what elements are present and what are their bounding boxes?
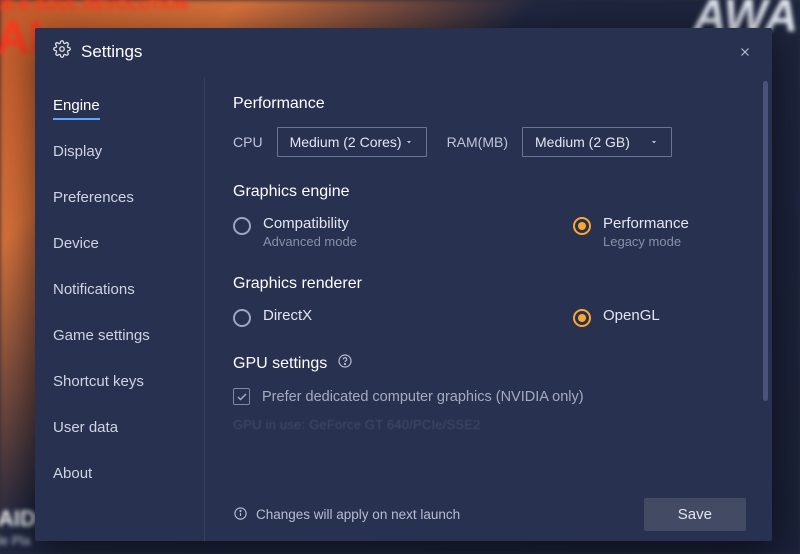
- close-button[interactable]: [736, 43, 754, 61]
- sidebar-item-label: Notifications: [53, 281, 135, 298]
- bg-text: le Pla: [0, 533, 31, 548]
- save-button[interactable]: Save: [644, 498, 746, 531]
- modal-title: Settings: [81, 42, 142, 62]
- radio-label: Performance: [603, 215, 689, 232]
- settings-sidebar: Engine Display Preferences Device Notifi…: [35, 77, 205, 541]
- radio-icon: [573, 217, 591, 235]
- cpu-dropdown[interactable]: Medium (2 Cores): [277, 127, 427, 157]
- radio-label: Compatibility: [263, 215, 357, 232]
- scrollbar-thumb[interactable]: [763, 81, 768, 401]
- sidebar-item-label: Preferences: [53, 189, 134, 206]
- radio-compatibility[interactable]: Compatibility Advanced mode: [233, 215, 433, 249]
- modal-header: Settings: [35, 28, 772, 77]
- section-title-performance: Performance: [233, 95, 746, 113]
- help-icon[interactable]: [337, 353, 353, 374]
- ram-dropdown[interactable]: Medium (2 GB): [522, 127, 672, 157]
- gpu-title-text: GPU settings: [233, 355, 327, 373]
- cpu-dropdown-value: Medium (2 Cores): [290, 134, 402, 150]
- sidebar-item-user-data[interactable]: User data: [51, 409, 204, 446]
- sidebar-item-label: Device: [53, 235, 99, 252]
- sidebar-item-shortcut-keys[interactable]: Shortcut keys: [51, 363, 204, 400]
- section-title-gpu: GPU settings: [233, 353, 746, 374]
- sidebar-item-label: User data: [53, 419, 118, 436]
- sidebar-item-display[interactable]: Display: [51, 133, 204, 170]
- radio-performance[interactable]: Performance Legacy mode: [573, 215, 772, 249]
- footer-note-text: Changes will apply on next launch: [256, 507, 460, 522]
- radio-label: DirectX: [263, 307, 312, 324]
- sidebar-item-about[interactable]: About: [51, 455, 204, 492]
- sidebar-item-engine[interactable]: Engine: [51, 87, 204, 124]
- section-title-graphics-engine: Graphics engine: [233, 183, 746, 201]
- checkbox-icon: [233, 388, 250, 405]
- radio-sublabel: Legacy mode: [603, 234, 689, 249]
- gpu-in-use-text: GPU in use: GeForce GT 640/PCIe/SSE2: [233, 417, 746, 432]
- sidebar-item-device[interactable]: Device: [51, 225, 204, 262]
- sidebar-item-notifications[interactable]: Notifications: [51, 271, 204, 308]
- radio-opengl[interactable]: OpenGL: [573, 307, 772, 327]
- footer-note: Changes will apply on next launch: [233, 506, 460, 524]
- cpu-label: CPU: [233, 134, 263, 150]
- sidebar-item-preferences[interactable]: Preferences: [51, 179, 204, 216]
- prefer-dedicated-gpu-checkbox[interactable]: Prefer dedicated computer graphics (NVID…: [233, 388, 746, 405]
- section-title-graphics-renderer: Graphics renderer: [233, 275, 746, 293]
- chevron-down-icon: [404, 134, 414, 150]
- sidebar-item-label: About: [53, 465, 92, 482]
- chevron-down-icon: [649, 134, 659, 150]
- radio-label: OpenGL: [603, 307, 660, 324]
- radio-directx[interactable]: DirectX: [233, 307, 433, 327]
- radio-icon: [573, 309, 591, 327]
- checkbox-label: Prefer dedicated computer graphics (NVID…: [262, 389, 584, 405]
- info-icon: [233, 506, 248, 524]
- sidebar-item-label: Shortcut keys: [53, 373, 144, 390]
- sidebar-item-label: Display: [53, 143, 102, 160]
- ram-dropdown-value: Medium (2 GB): [535, 134, 630, 150]
- radio-sublabel: Advanced mode: [263, 234, 357, 249]
- radio-icon: [233, 309, 251, 327]
- sidebar-item-label: Engine: [53, 97, 100, 120]
- radio-icon: [233, 217, 251, 235]
- settings-pane: Performance CPU Medium (2 Cores) RAM(MB)…: [205, 77, 772, 541]
- ram-label: RAM(MB): [447, 134, 508, 150]
- gear-icon: [53, 40, 71, 63]
- sidebar-item-game-settings[interactable]: Game settings: [51, 317, 204, 354]
- sidebar-item-label: Game settings: [53, 327, 150, 344]
- settings-modal: Settings Engine Display Preferences Devi…: [35, 28, 772, 541]
